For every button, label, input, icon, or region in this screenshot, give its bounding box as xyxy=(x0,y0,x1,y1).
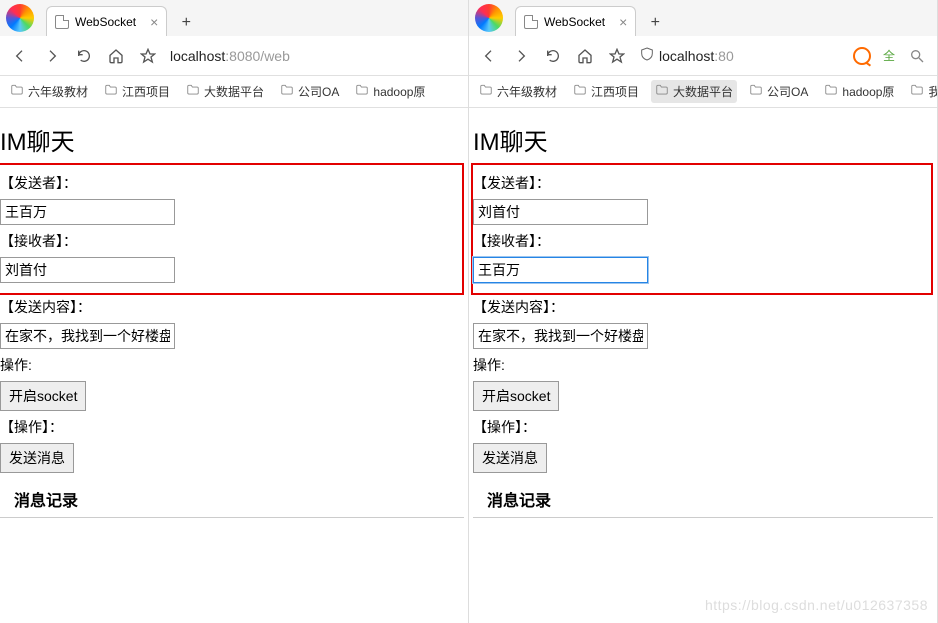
highlight-box: 【发送者】： 【接收者】： xyxy=(471,163,933,295)
bookmark-item[interactable]: 我的书签 xyxy=(906,80,937,103)
content-input[interactable] xyxy=(0,323,175,349)
bookmark-item[interactable]: 大数据平台 xyxy=(651,80,737,103)
tab-websocket[interactable]: WebSocket × xyxy=(515,6,636,36)
folder-icon xyxy=(280,83,294,100)
content-label: 【发送内容】： xyxy=(0,297,464,317)
sender-input[interactable] xyxy=(0,199,175,225)
browser-brand-icon xyxy=(6,4,34,32)
new-tab-button[interactable]: + xyxy=(173,10,199,36)
url-text: localhost:8080/web xyxy=(170,48,290,64)
op-label: 操作: xyxy=(473,355,933,375)
receiver-input[interactable] xyxy=(473,257,648,283)
shield-icon xyxy=(639,46,655,65)
bookmark-item[interactable]: hadoop原 xyxy=(351,80,429,103)
watermark: https://blog.csdn.net/u012637358 xyxy=(705,597,928,613)
bookmarks-bar: 六年级教材 江西项目 大数据平台 公司OA hadoop原 xyxy=(0,76,468,108)
q-label: 全 xyxy=(883,47,895,64)
action-label: 【操作】： xyxy=(473,417,933,437)
back-button[interactable] xyxy=(479,46,499,66)
tab-websocket[interactable]: WebSocket × xyxy=(46,6,167,36)
address-bar[interactable]: localhost:8080/web xyxy=(170,48,458,64)
bookmark-item[interactable]: 公司OA xyxy=(276,80,343,103)
bookmark-item[interactable]: 六年级教材 xyxy=(6,80,92,103)
toolbar: localhost:80 全 xyxy=(469,36,937,76)
op-label: 操作: xyxy=(0,355,464,375)
action-label: 【操作】： xyxy=(0,417,464,437)
bookmark-item[interactable]: hadoop原 xyxy=(820,80,898,103)
receiver-input[interactable] xyxy=(0,257,175,283)
open-socket-button[interactable]: 开启socket xyxy=(473,381,559,411)
divider xyxy=(473,517,933,518)
send-button[interactable]: 发送消息 xyxy=(0,443,74,473)
folder-icon xyxy=(10,83,24,100)
folder-icon xyxy=(104,83,118,100)
home-button[interactable] xyxy=(106,46,126,66)
bookmarks-bar: 六年级教材 江西项目 大数据平台 公司OA hadoop原 我的书签 xyxy=(469,76,937,108)
star-button[interactable] xyxy=(607,46,627,66)
folder-icon xyxy=(573,83,587,100)
folder-icon xyxy=(355,83,369,100)
folder-icon xyxy=(824,83,838,100)
folder-icon xyxy=(479,83,493,100)
bookmark-item[interactable]: 大数据平台 xyxy=(182,80,268,103)
sender-input[interactable] xyxy=(473,199,648,225)
page-icon xyxy=(55,15,69,29)
home-button[interactable] xyxy=(575,46,595,66)
bookmark-item[interactable]: 江西项目 xyxy=(100,80,174,103)
new-tab-button[interactable]: + xyxy=(642,10,668,36)
open-socket-button[interactable]: 开启socket xyxy=(0,381,86,411)
reload-button[interactable] xyxy=(543,46,563,66)
tab-strip: WebSocket × + xyxy=(469,0,937,36)
page-content: IM聊天 【发送者】： 【接收者】： 【发送内容】： 操作: 开启socket … xyxy=(469,108,937,520)
page-title: IM聊天 xyxy=(0,122,464,157)
folder-icon xyxy=(655,83,669,100)
folder-icon xyxy=(910,83,924,100)
page-title: IM聊天 xyxy=(473,122,933,157)
toolbar: localhost:8080/web xyxy=(0,36,468,76)
receiver-label: 【接收者】： xyxy=(473,231,919,251)
browser-brand-icon xyxy=(475,4,503,32)
bookmark-item[interactable]: 公司OA xyxy=(745,80,812,103)
url-text: localhost:80 xyxy=(659,48,734,64)
sender-label: 【发送者】： xyxy=(0,173,450,193)
highlight-box: 【发送者】： 【接收者】： xyxy=(0,163,464,295)
tab-strip: WebSocket × + xyxy=(0,0,468,36)
forward-button[interactable] xyxy=(511,46,531,66)
receiver-label: 【接收者】： xyxy=(0,231,450,251)
folder-icon xyxy=(186,83,200,100)
page-icon xyxy=(524,15,538,29)
content-label: 【发送内容】： xyxy=(473,297,933,317)
tab-title: WebSocket xyxy=(75,15,136,29)
divider xyxy=(0,517,464,518)
address-bar[interactable]: localhost:80 xyxy=(639,46,841,65)
log-heading: 消息记录 xyxy=(14,487,464,511)
close-tab-icon[interactable]: × xyxy=(619,14,627,30)
forward-button[interactable] xyxy=(42,46,62,66)
sender-label: 【发送者】： xyxy=(473,173,919,193)
content-input[interactable] xyxy=(473,323,648,349)
browser-window-left: WebSocket × + localhost:8080/web 六年级教材 江… xyxy=(0,0,469,623)
back-button[interactable] xyxy=(10,46,30,66)
360-icon[interactable] xyxy=(853,47,871,65)
search-icon[interactable] xyxy=(907,46,927,66)
send-button[interactable]: 发送消息 xyxy=(473,443,547,473)
close-tab-icon[interactable]: × xyxy=(150,14,158,30)
bookmark-item[interactable]: 六年级教材 xyxy=(475,80,561,103)
page-content: IM聊天 【发送者】： 【接收者】： 【发送内容】： 操作: 开启socket … xyxy=(0,108,468,520)
log-heading: 消息记录 xyxy=(487,487,933,511)
star-button[interactable] xyxy=(138,46,158,66)
reload-button[interactable] xyxy=(74,46,94,66)
tab-title: WebSocket xyxy=(544,15,605,29)
bookmark-item[interactable]: 江西项目 xyxy=(569,80,643,103)
folder-icon xyxy=(749,83,763,100)
browser-window-right: WebSocket × + localhost:80 全 六年级教材 江西项目 … xyxy=(469,0,938,623)
